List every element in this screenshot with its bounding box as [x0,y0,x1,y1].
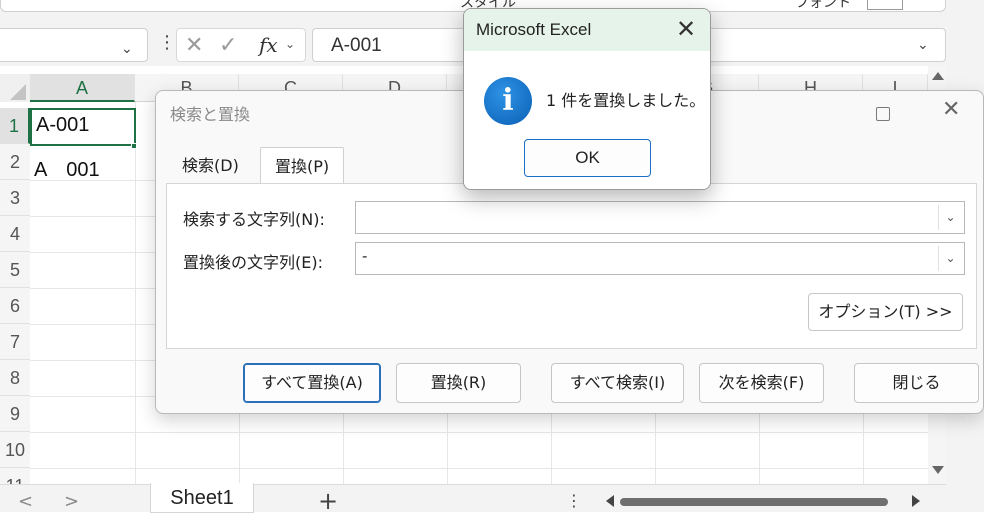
row-header-8[interactable]: 8 [0,360,30,396]
x-icon[interactable]: ✕ [185,33,203,58]
scroll-right-icon[interactable] [912,495,920,507]
message-box: Microsoft Excel ✕ i 1 件を置換しました。 OK [463,8,711,190]
more-vertical-icon[interactable]: ⋮ [566,491,582,510]
ribbon-font-label[interactable]: フォント [795,0,851,12]
name-box[interactable]: ⌄ [0,28,148,62]
row-header-3[interactable]: 3 [0,180,30,216]
replace-with-label: 置換後の文字列(E): [183,253,323,272]
message-box-title: Microsoft Excel [476,20,592,39]
scroll-up-icon[interactable] [932,72,944,80]
row-header-5[interactable]: 5 [0,252,30,288]
close-icon[interactable]: ✕ [676,15,696,43]
chevron-down-icon[interactable]: ⌄ [121,41,133,57]
fill-handle[interactable] [131,143,137,149]
maximize-icon[interactable] [876,107,890,121]
grid-line [30,432,946,433]
sheet-next-icon[interactable]: > [64,491,79,512]
ok-button[interactable]: OK [524,139,651,177]
horizontal-scroll-thumb[interactable] [620,498,888,506]
scroll-down-icon[interactable] [932,466,944,474]
close-button[interactable]: 閉じる [854,363,979,403]
replace-all-button[interactable]: すべて置換(A) [243,363,381,403]
row-header-2[interactable]: 2 [0,144,30,180]
add-sheet-icon[interactable]: + [318,487,338,515]
close-icon[interactable]: ✕ [942,97,960,122]
find-what-input[interactable]: ⌄ [355,201,965,234]
row-header-6[interactable]: 6 [0,288,30,324]
row-header-9[interactable]: 9 [0,396,30,432]
find-what-label: 検索する文字列(N): [183,210,325,229]
more-vertical-icon[interactable]: ⋮ [158,32,176,53]
expand-formula-icon[interactable]: ⌄ [917,37,929,53]
options-button[interactable]: オプション(T) >> [808,293,963,331]
message-box-body: i 1 件を置換しました。 OK [464,51,710,189]
info-icon: i [484,77,532,125]
sheet-tab-sheet1[interactable]: Sheet1 [150,483,254,513]
cell-a1[interactable]: A-001 [30,108,136,146]
chevron-down-icon[interactable]: ⌄ [285,37,295,51]
sheet-prev-icon[interactable]: < [18,491,33,512]
tab-replace[interactable]: 置換(P) [260,147,345,185]
cell-a2[interactable]: A 001 [34,152,100,183]
replace-with-input[interactable]: - ⌄ [355,242,965,275]
find-next-button[interactable]: 次を検索(F) [699,363,824,403]
ribbon-font-size-box[interactable] [867,0,903,10]
find-all-button[interactable]: すべて検索(I) [551,363,684,403]
sheet-tab-bar: < > Sheet1 + ⋮ [0,483,946,515]
tab-search[interactable]: 検索(D) [168,147,253,185]
chevron-down-icon[interactable]: ⌄ [938,205,962,230]
message-box-titlebar: Microsoft Excel ✕ [464,9,710,51]
row-header-11[interactable]: 11 [0,468,30,484]
row-header-1[interactable]: 1 [0,108,30,144]
row-header-10[interactable]: 10 [0,432,30,468]
scroll-left-icon[interactable] [606,495,614,507]
column-header-a[interactable]: A [30,74,135,102]
replace-button[interactable]: 置換(R) [396,363,521,403]
grid-line [135,102,136,484]
message-text: 1 件を置換しました。 [546,91,706,110]
check-icon[interactable]: ✓ [219,33,237,58]
dialog-title: 検索と置換 [170,105,251,124]
formula-value: A-001 [331,35,382,56]
grid-line [30,468,946,469]
chevron-down-icon[interactable]: ⌄ [938,246,962,271]
select-all-triangle-icon [10,84,26,100]
insert-function-icon[interactable]: fx [259,33,278,57]
replace-with-value: - [362,247,368,265]
formula-tools: ✕ ✓ fx ⌄ [176,28,306,62]
row-header-4[interactable]: 4 [0,216,30,252]
row-header-7[interactable]: 7 [0,324,30,360]
